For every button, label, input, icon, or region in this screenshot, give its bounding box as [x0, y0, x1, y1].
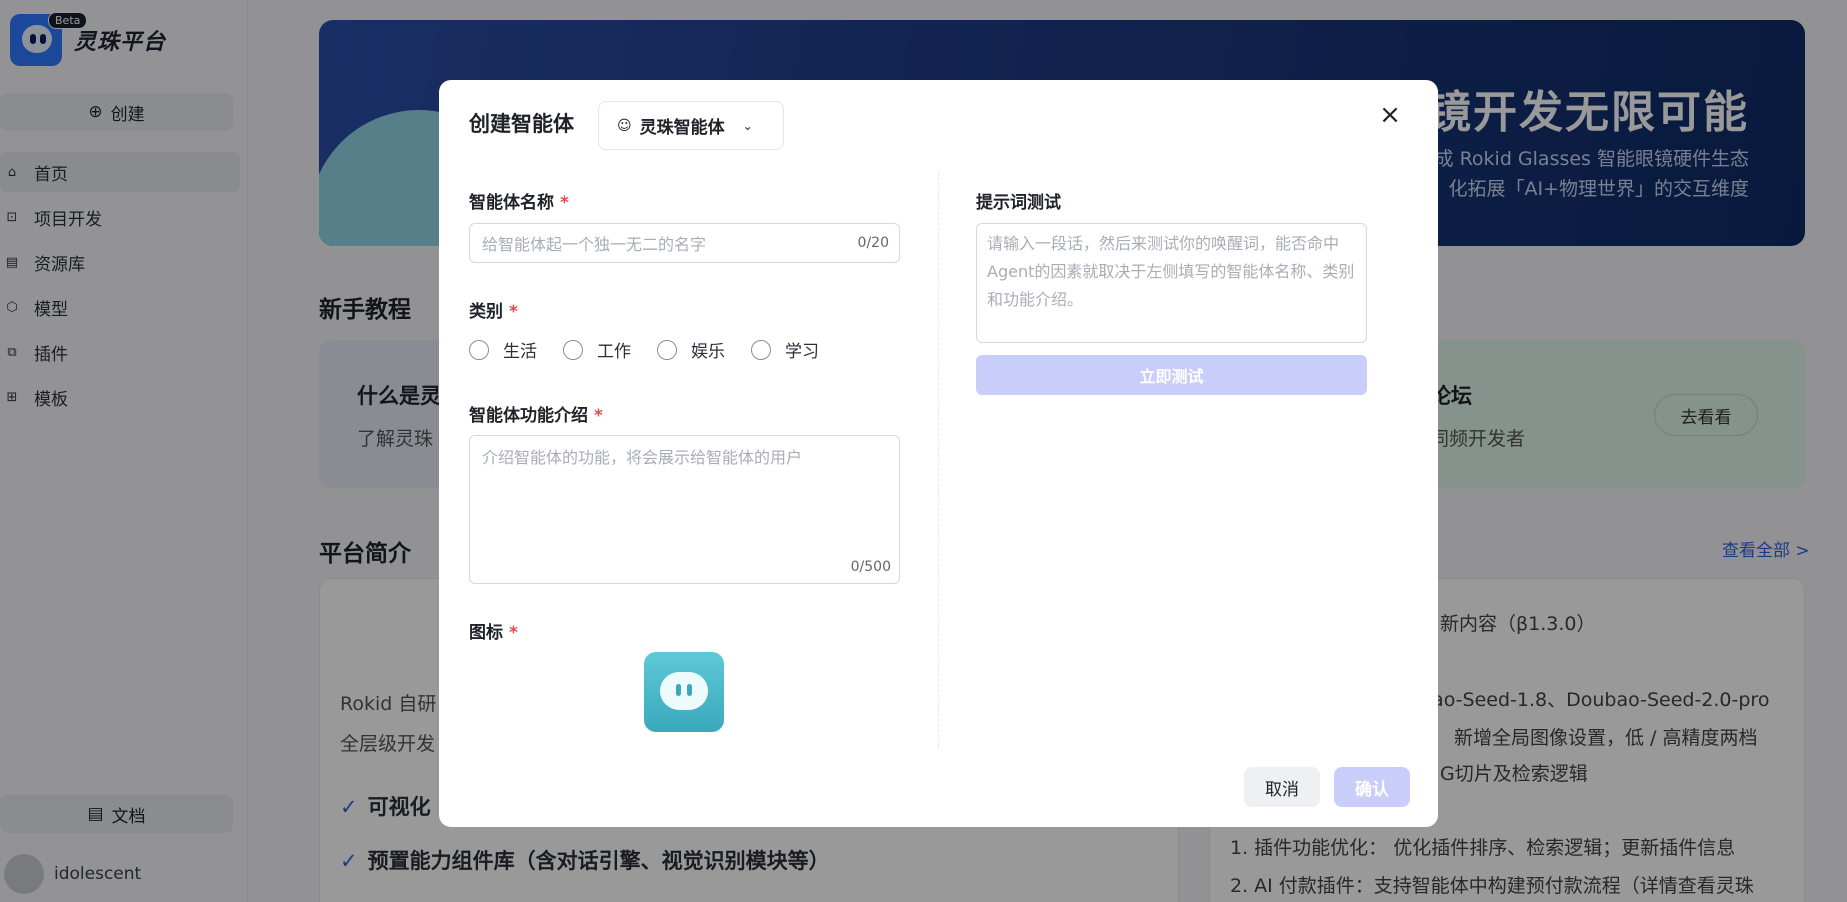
dialog-title: 创建智能体 — [469, 112, 574, 136]
cancel-button[interactable]: 取消 — [1244, 767, 1320, 807]
agent-avatar-icon[interactable] — [644, 652, 724, 732]
icon-label: 图标 * — [469, 623, 518, 643]
radio-circle-icon — [657, 339, 677, 360]
app-root: Beta 灵珠平台 ⊕ 创建 ⌂ 首页 ⊡ 项目开发 ▤ 资源库 ⬡ 模型 ⧉ … — [0, 0, 1847, 902]
column-divider — [938, 172, 939, 747]
agent-desc-textarea[interactable]: 介绍智能体的功能，将会展示给智能体的用户 0/500 — [469, 435, 900, 584]
agent-desc-label: 智能体功能介绍 * — [469, 406, 603, 426]
radio-circle-icon — [563, 339, 583, 360]
prompt-test-label: 提示词测试 — [976, 193, 1061, 213]
test-now-button[interactable]: 立即测试 — [976, 355, 1367, 395]
agent-name-counter: 0/20 — [857, 235, 889, 251]
category-radio-entertainment[interactable]: 娱乐 — [657, 337, 725, 362]
category-radio-group: 生活 工作 娱乐 学习 — [469, 337, 845, 362]
close-icon[interactable]: × — [1375, 100, 1405, 130]
agent-desc-placeholder: 介绍智能体的功能，将会展示给智能体的用户 — [482, 448, 803, 467]
category-radio-life[interactable]: 生活 — [469, 337, 537, 362]
agent-type-value: 灵珠智能体 — [639, 118, 725, 138]
chevron-down-icon: ⌄ — [742, 118, 753, 133]
category-radio-work[interactable]: 工作 — [563, 337, 631, 362]
agent-desc-counter: 0/500 — [850, 559, 891, 575]
prompt-test-placeholder: 请输入一段话，然后来测试你的唤醒词，能否命中Agent的因素就取决于左侧填写的智… — [987, 234, 1355, 309]
agent-name-input[interactable]: 给智能体起一个独一无二的名字 0/20 — [469, 223, 900, 263]
radio-circle-icon — [751, 339, 771, 360]
create-agent-dialog: 创建智能体 ☺ 灵珠智能体 ⌄ × 智能体名称 * 给智能体起一个独一无二的名字 … — [439, 80, 1438, 827]
agent-type-dropdown[interactable]: ☺ 灵珠智能体 ⌄ — [598, 101, 784, 150]
robot-face-icon: ☺ — [617, 117, 632, 134]
agent-name-label: 智能体名称 * — [469, 193, 569, 213]
agent-name-placeholder: 给智能体起一个独一无二的名字 — [482, 235, 707, 254]
confirm-button[interactable]: 确认 — [1334, 767, 1410, 807]
radio-circle-icon — [469, 339, 489, 360]
category-radio-study[interactable]: 学习 — [751, 337, 819, 362]
category-label: 类别 * — [469, 302, 518, 322]
prompt-test-textarea[interactable]: 请输入一段话，然后来测试你的唤醒词，能否命中Agent的因素就取决于左侧填写的智… — [976, 223, 1367, 343]
